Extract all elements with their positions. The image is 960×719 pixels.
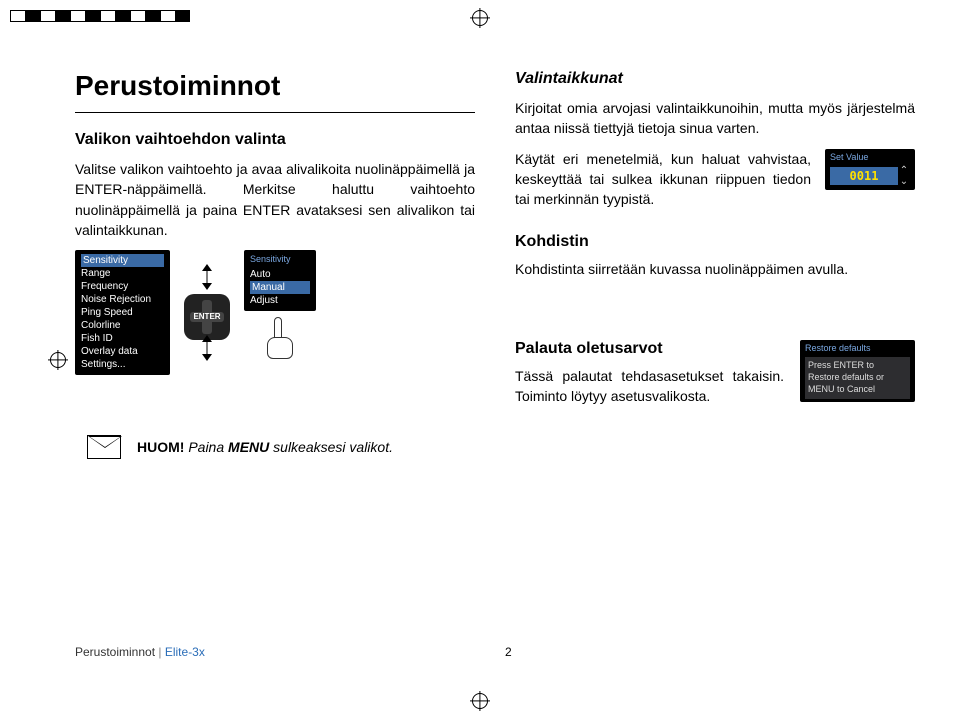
dpad-enter-label: ENTER [193,312,220,321]
right-column: Valintaikkunat Kirjoitat omia arvojasi v… [515,70,915,459]
menu-item: Frequency [81,280,164,293]
menu-item: Ping Speed [81,306,164,319]
set-value-number: 0011 [830,167,898,185]
set-value-title: Set Value [830,152,910,162]
restore-body: Press ENTER to Restore defaults or MENU … [805,357,910,398]
body-text: Kohdistinta siirretään kuvassa nuolinäpp… [515,259,915,279]
menu-items-box: Sensitivity Range Frequency Noise Reject… [75,250,170,375]
hand-pointer-icon [263,317,297,359]
menu-item: Fish ID [81,332,164,345]
registration-mark-icon [472,10,488,26]
section-heading: Valikon vaihtoehdon valinta [75,131,475,149]
note-text: HUOM! Paina MENU sulkeaksesi valikot. [137,439,393,455]
divider [75,112,475,113]
menu-item: Adjust [250,294,310,307]
menu-item: Settings... [81,358,164,371]
dpad-figure: ENTER [184,250,230,361]
chevron-updown-icon: ⌃⌄ [898,165,910,187]
note-bold: HUOM! [137,439,184,455]
body-text: Valitse valikon vaihtoehto ja avaa aliva… [75,159,475,240]
footer-brand: Elite-3x [165,645,205,659]
set-value-box: Set Value 0011 ⌃⌄ [825,149,915,190]
page-footer: Perustoiminnot | Elite-3x 2 [75,645,915,659]
registration-mark-icon [472,693,488,709]
body-text: Tässä palautat tehdasasetukset takaisin.… [515,366,784,407]
note-row: HUOM! Paina MENU sulkeaksesi valikot. [75,435,475,459]
set-value-row: Käytät eri menetelmiä, kun haluat vahvis… [515,149,915,220]
menu-item: Colorline [81,319,164,332]
body-text: Käytät eri menetelmiä, kun haluat vahvis… [515,149,811,210]
page-title: Perustoiminnot [75,70,475,102]
menu-item: Auto [250,268,310,281]
section-heading: Valintaikkunat [515,70,915,88]
arrow-up-icon [201,264,213,290]
section-heading: Kohdistin [515,233,915,251]
note-italic: sulkeaksesi valikot. [269,439,393,455]
page-number: 2 [485,645,915,659]
arrow-down-icon [201,335,213,361]
footer-section: Perustoiminnot [75,645,155,659]
menu-item: Manual [250,281,310,294]
color-bar [10,10,190,22]
restore-title: Restore defaults [805,343,910,355]
menu-item: Overlay data [81,345,164,358]
note-italic: Paina [184,439,228,455]
note-menu-word: MENU [228,439,269,455]
section-heading: Palauta oletusarvot [515,340,784,358]
submenu-box: Sensitivity Auto Manual Adjust [244,250,316,311]
restore-row: Palauta oletusarvot Tässä palautat tehda… [515,340,915,417]
menu-item: Range [81,267,164,280]
menu-item: Sensitivity [81,254,164,267]
submenu-title: Sensitivity [250,254,310,266]
registration-mark-icon [50,352,66,368]
envelope-icon [87,435,121,459]
left-column: Perustoiminnot Valikon vaihtoehdon valin… [75,70,475,459]
restore-defaults-box: Restore defaults Press ENTER to Restore … [800,340,915,402]
body-text: Kirjoitat omia arvojasi valintaikkunoihi… [515,98,915,139]
menu-item: Noise Rejection [81,293,164,306]
figure-menu-navigation: Sensitivity Range Frequency Noise Reject… [75,250,475,375]
